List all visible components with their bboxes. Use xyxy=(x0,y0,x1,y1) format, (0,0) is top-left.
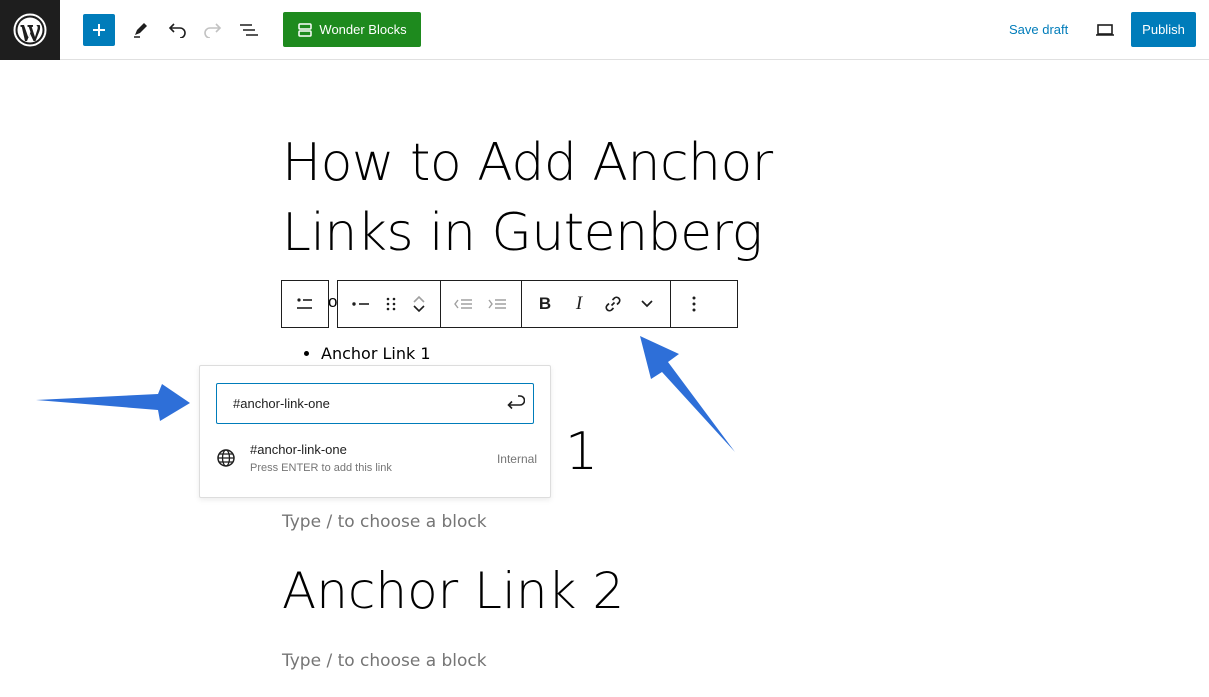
add-block-button[interactable] xyxy=(83,14,115,46)
block-placeholder[interactable]: Type / to choose a block xyxy=(282,651,487,671)
block-placeholder[interactable]: Type / to choose a block xyxy=(282,512,487,532)
heading-anchor-link-2[interactable]: Anchor Link 2 xyxy=(282,562,624,620)
heading-anchor-link-1[interactable]: 1 xyxy=(565,422,598,482)
indent-button[interactable] xyxy=(481,281,515,327)
link-icon xyxy=(605,296,621,312)
document-overview-icon xyxy=(240,24,258,36)
chevron-up-icon[interactable] xyxy=(412,294,426,304)
chevron-down-icon xyxy=(641,300,653,308)
publish-button[interactable]: Publish xyxy=(1131,12,1196,47)
document-overview-button[interactable] xyxy=(237,18,261,42)
globe-icon xyxy=(216,448,236,473)
enter-icon xyxy=(507,395,526,410)
wonder-blocks-icon xyxy=(298,22,313,37)
laptop-icon xyxy=(1096,24,1114,36)
tools-button[interactable] xyxy=(128,18,152,42)
post-title[interactable]: How to Add Anchor Links in Gutenberg xyxy=(282,128,842,268)
save-draft-button[interactable]: Save draft xyxy=(1009,22,1068,37)
indent-icon xyxy=(488,299,506,309)
pencil-icon xyxy=(134,23,147,38)
more-formatting-button[interactable] xyxy=(630,281,664,327)
bold-button[interactable]: B xyxy=(528,281,562,327)
chevron-down-icon[interactable] xyxy=(412,304,426,314)
link-suggestion[interactable]: #anchor-link-one Press ENTER to add this… xyxy=(216,436,541,480)
more-vertical-icon xyxy=(692,296,696,312)
italic-button[interactable]: I xyxy=(562,281,596,327)
select-parent-block-button[interactable] xyxy=(281,280,329,328)
undo-button[interactable] xyxy=(165,18,189,42)
outdent-icon xyxy=(454,299,472,309)
drag-handle-icon xyxy=(386,297,396,311)
block-options-button[interactable] xyxy=(677,281,711,327)
suggestion-title: #anchor-link-one xyxy=(250,442,347,457)
redo-icon xyxy=(204,23,222,38)
arrow-to-input-icon xyxy=(36,384,190,421)
wonder-blocks-button[interactable]: Wonder Blocks xyxy=(283,12,421,47)
format-group: B I xyxy=(522,281,671,327)
block-toolbar: B I xyxy=(337,280,738,328)
preview-button[interactable] xyxy=(1093,18,1117,42)
list-item[interactable]: Anchor Link 1 xyxy=(321,344,431,363)
move-up-down-buttons[interactable] xyxy=(404,281,434,327)
wonder-blocks-label: Wonder Blocks xyxy=(319,22,407,37)
anchor-list: Anchor Link 1 xyxy=(300,344,431,363)
drag-handle[interactable] xyxy=(378,281,404,327)
list-parent-icon xyxy=(297,298,312,309)
link-url-field xyxy=(216,383,534,424)
link-popover: #anchor-link-one Press ENTER to add this… xyxy=(199,365,551,498)
arrow-to-link-icon xyxy=(640,336,735,452)
editor-top-bar: Wonder Blocks Save draft Publish xyxy=(0,0,1209,60)
options-group xyxy=(671,281,717,327)
link-button[interactable] xyxy=(596,281,630,327)
list-item-block-button[interactable] xyxy=(344,281,378,327)
plus-icon xyxy=(93,24,105,36)
undo-icon xyxy=(168,23,186,38)
outdent-button[interactable] xyxy=(447,281,481,327)
redo-button[interactable] xyxy=(201,18,225,42)
list-item-icon xyxy=(352,302,369,306)
suggestion-type: Internal xyxy=(496,452,537,466)
block-controls-group xyxy=(338,281,441,327)
link-url-input[interactable] xyxy=(233,396,483,411)
wordpress-logo-icon[interactable] xyxy=(0,0,60,60)
indent-group xyxy=(441,281,522,327)
suggestion-hint: Press ENTER to add this link xyxy=(250,462,392,474)
submit-link-button[interactable] xyxy=(505,393,526,418)
